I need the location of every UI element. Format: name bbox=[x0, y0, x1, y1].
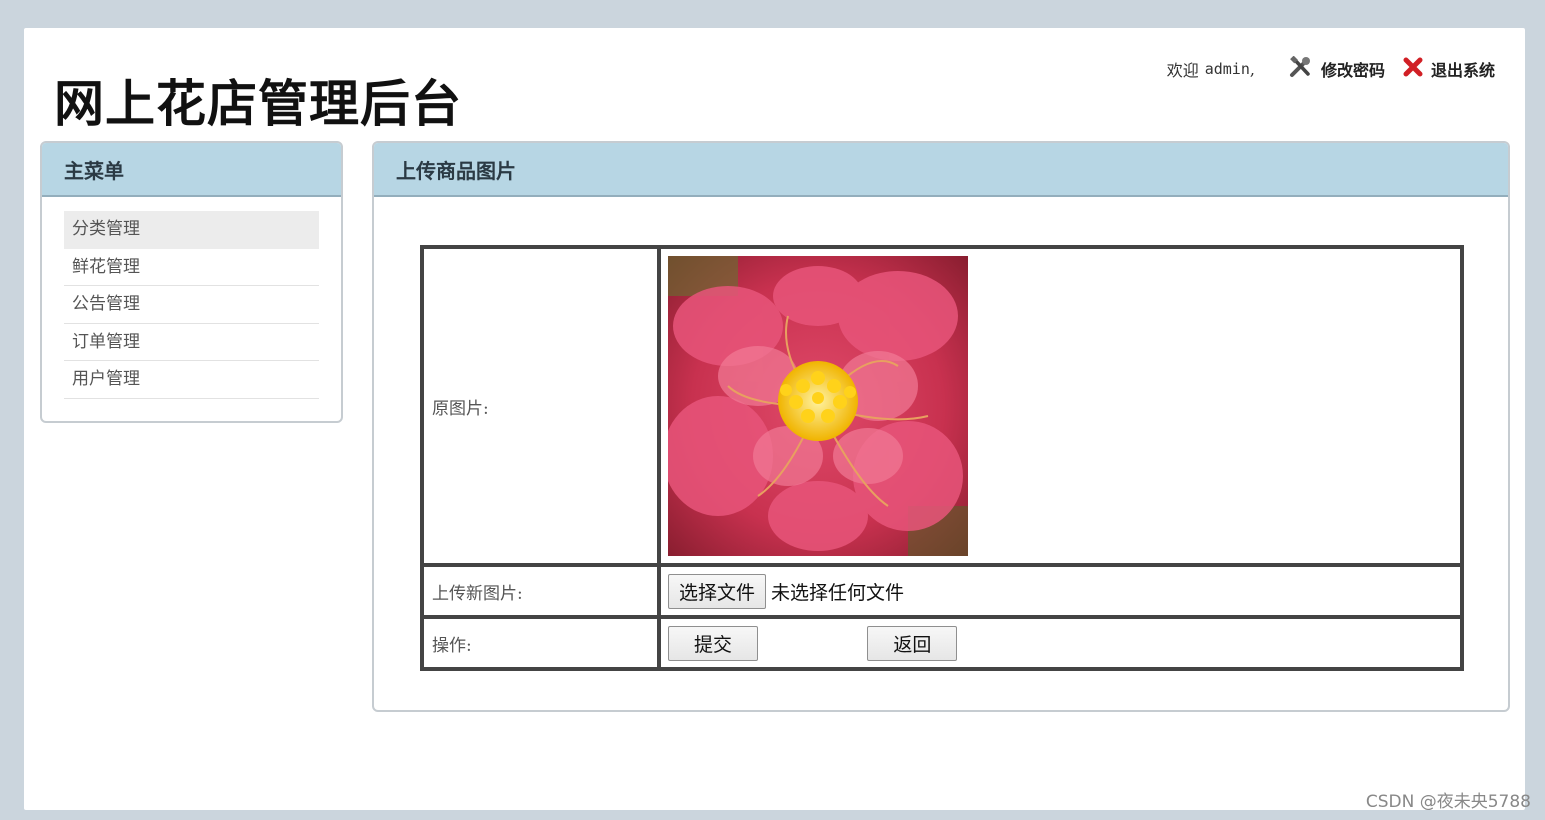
logout-label: 退出系统 bbox=[1430, 61, 1495, 80]
main-menu: 分类管理 鲜花管理 公告管理 订单管理 用户管理 bbox=[64, 211, 319, 399]
welcome-comma: , bbox=[1249, 59, 1255, 79]
sidebar-item-orders[interactable]: 订单管理 bbox=[64, 324, 319, 361]
file-status: 未选择任何文件 bbox=[771, 581, 905, 604]
sidebar-item-announcements[interactable]: 公告管理 bbox=[64, 286, 319, 324]
welcome-text: 欢迎 bbox=[1166, 61, 1199, 80]
upload-new-label: 上传新图片: bbox=[422, 565, 659, 617]
action-cell: 提交 返回 bbox=[659, 617, 1462, 669]
sidebar: 主菜单 分类管理 鲜花管理 公告管理 订单管理 用户管理 bbox=[40, 141, 343, 423]
sidebar-title: 主菜单 bbox=[42, 143, 341, 197]
sidebar-item-users[interactable]: 用户管理 bbox=[64, 361, 319, 399]
main-panel: 上传商品图片 原图片: 上传新图片: 选择文件 未选择任何文件 操作: 提交 返… bbox=[372, 141, 1510, 712]
choose-file-button[interactable]: 选择文件 bbox=[668, 573, 767, 609]
close-icon bbox=[1403, 57, 1431, 81]
change-password-link[interactable]: 修改密码 bbox=[1289, 55, 1385, 82]
file-input[interactable]: 选择文件 未选择任何文件 bbox=[668, 573, 1453, 609]
original-image-cell bbox=[659, 247, 1462, 565]
original-image-label: 原图片: bbox=[422, 247, 659, 565]
top-bar: 欢迎 admin , 修改密码 退出系统 bbox=[1166, 55, 1495, 82]
logout-link[interactable]: 退出系统 bbox=[1403, 57, 1495, 81]
action-label: 操作: bbox=[422, 617, 659, 669]
site-title: 网上花店管理后台 bbox=[54, 74, 462, 133]
table-row: 原图片: bbox=[422, 247, 1462, 565]
app-frame: 网上花店管理后台 欢迎 admin , 修改密码 退出系统 主菜单 分类管理 鲜… bbox=[24, 28, 1525, 810]
submit-button[interactable]: 提交 bbox=[668, 625, 758, 661]
change-password-label: 修改密码 bbox=[1320, 61, 1385, 80]
watermark: CSDN @夜未央5788 bbox=[1365, 792, 1531, 812]
file-input-cell: 选择文件 未选择任何文件 bbox=[659, 565, 1462, 617]
page-title: 上传商品图片 bbox=[374, 143, 1508, 197]
table-row: 上传新图片: 选择文件 未选择任何文件 bbox=[422, 565, 1462, 617]
back-button[interactable]: 返回 bbox=[867, 625, 958, 661]
username: admin bbox=[1204, 60, 1250, 78]
sidebar-item-flowers[interactable]: 鲜花管理 bbox=[64, 249, 319, 286]
upload-form: 原图片: 上传新图片: 选择文件 未选择任何文件 操作: 提交 返回 bbox=[420, 245, 1464, 671]
tools-icon bbox=[1289, 55, 1321, 82]
sidebar-item-category[interactable]: 分类管理 bbox=[64, 211, 319, 249]
flower-image bbox=[668, 256, 968, 556]
table-row: 操作: 提交 返回 bbox=[422, 617, 1462, 669]
